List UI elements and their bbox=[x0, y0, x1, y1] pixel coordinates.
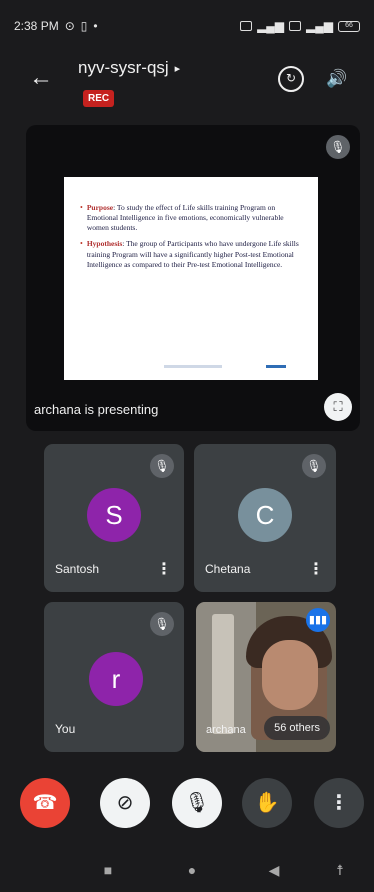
accessibility-icon[interactable]: ☨ bbox=[330, 860, 350, 880]
slide-scroll-thumb bbox=[266, 365, 286, 368]
more-vert-icon[interactable]: ⋮ bbox=[308, 559, 324, 579]
participant-name: Chetana bbox=[205, 562, 251, 576]
signal-icon-2: ▂▄▆ bbox=[306, 19, 333, 33]
participant-name: You bbox=[55, 722, 76, 736]
slide-bullet-item: • Hypothesis: The group of Participants … bbox=[80, 239, 300, 269]
camera-toggle-button[interactable]: ⊘ bbox=[100, 778, 150, 828]
back-nav-icon[interactable]: ◀ bbox=[264, 860, 284, 880]
notification-icon-3: • bbox=[93, 19, 98, 33]
notification-icon-2: ▯ bbox=[80, 19, 88, 33]
mic-toggle-button[interactable]: 🎙 bbox=[172, 778, 222, 828]
back-arrow-icon[interactable]: ← bbox=[26, 64, 56, 94]
mic-muted-icon: 🎙 bbox=[150, 454, 174, 478]
fullscreen-icon[interactable]: ⛶ bbox=[324, 393, 352, 421]
end-call-button[interactable]: ☎ bbox=[20, 778, 70, 828]
notification-icon: ⊙ bbox=[64, 19, 75, 33]
slide-item-text: : To study the effect of Life skills tra… bbox=[86, 203, 284, 233]
home-icon[interactable]: ● bbox=[182, 860, 202, 880]
participant-tile[interactable]: 🎙 S Santosh ⋮ bbox=[44, 444, 184, 592]
participant-tile[interactable]: 🎙 C Chetana ⋮ bbox=[194, 444, 336, 592]
slide-scrollbar bbox=[164, 365, 286, 368]
call-controls: ☎ ⊘ 🎙 ✋ ⋮ bbox=[0, 770, 374, 830]
status-right: ▂▄▆ ▂▄▆ 66 bbox=[240, 19, 360, 33]
status-time: 2:38 PM bbox=[14, 19, 59, 33]
more-vert-icon[interactable]: ⋮ bbox=[156, 559, 172, 579]
raise-hand-button[interactable]: ✋ bbox=[242, 778, 292, 828]
switch-camera-icon[interactable]: ↻ bbox=[278, 66, 304, 92]
others-count-button[interactable]: 56 others bbox=[264, 716, 330, 740]
slide-item-key: Purpose bbox=[86, 203, 114, 212]
bullet-icon: • bbox=[80, 203, 83, 212]
mic-muted-icon: 🎙 bbox=[150, 612, 174, 636]
presentation-tile[interactable]: 🎙 • Purpose: To study the effect of Life… bbox=[26, 125, 360, 431]
status-bar: 2:38 PM ⊙ ▯ • ▂▄▆ ▂▄▆ 66 bbox=[0, 0, 374, 52]
shared-slide: • Purpose: To study the effect of Life s… bbox=[64, 177, 318, 380]
participant-video-face bbox=[262, 640, 318, 710]
chevron-right-icon: ▸ bbox=[174, 62, 181, 75]
avatar: C bbox=[238, 488, 292, 542]
slide-bullet-item: • Purpose: To study the effect of Life s… bbox=[80, 203, 300, 233]
signal-icon: ▂▄▆ bbox=[257, 19, 285, 33]
meeting-header: ← nyv-sysr-qsj ▸ REC ↻ 🔊 bbox=[0, 52, 374, 118]
recents-icon[interactable]: ■ bbox=[98, 860, 118, 880]
sim-icon bbox=[240, 21, 253, 31]
bullet-icon: • bbox=[80, 239, 83, 249]
avatar: S bbox=[87, 488, 141, 542]
presenting-label: archana is presenting bbox=[34, 402, 159, 417]
speaking-indicator-icon: ▮▮▮ bbox=[306, 608, 330, 632]
video-background-pillar bbox=[212, 614, 234, 734]
recording-badge: REC bbox=[83, 90, 115, 107]
participant-video-tile[interactable]: ▮▮▮ archana 56 others bbox=[196, 602, 336, 752]
meeting-title-button[interactable]: nyv-sysr-qsj ▸ bbox=[78, 58, 180, 78]
mic-muted-icon: 🎙 bbox=[302, 454, 326, 478]
status-left: 2:38 PM ⊙ ▯ • bbox=[14, 19, 98, 33]
speaker-icon[interactable]: 🔊 bbox=[324, 66, 350, 92]
more-options-button[interactable]: ⋮ bbox=[314, 778, 364, 828]
avatar: r bbox=[89, 652, 143, 706]
slide-item-key: Hypothesis bbox=[86, 239, 123, 249]
participant-name: archana bbox=[206, 724, 246, 736]
participant-name: Santosh bbox=[55, 562, 100, 576]
battery-icon: 66 bbox=[338, 20, 360, 32]
system-nav-bar: ■ ● ◀ ☨ bbox=[0, 848, 374, 892]
sim-icon-2 bbox=[289, 21, 302, 31]
meeting-code: nyv-sysr-qsj bbox=[78, 58, 169, 77]
mic-muted-icon: 🎙 bbox=[326, 135, 350, 159]
participant-tile-self[interactable]: 🎙 r You bbox=[44, 602, 184, 752]
